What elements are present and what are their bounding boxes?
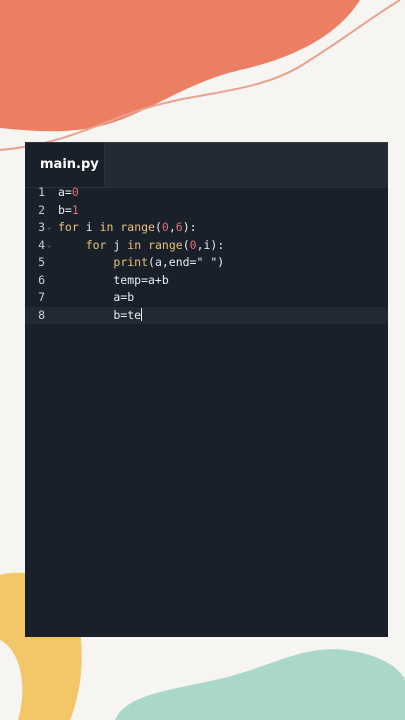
code-token: range (148, 237, 183, 252)
code-line[interactable]: 6 temp=a+b (25, 272, 388, 289)
code-token: 6 (175, 220, 183, 234)
code-token: (a,end=" ") (148, 255, 225, 269)
code-token: temp=a+b (58, 272, 169, 287)
code-line[interactable]: 2 b=1 (25, 202, 388, 219)
code-text: for j in range(0,i): (58, 237, 225, 254)
code-token: i (78, 220, 100, 234)
code-text: b=1 (58, 202, 79, 219)
code-line[interactable]: 4 ⌄ for j in range(0,i): (25, 237, 388, 254)
line-number: 7 (38, 290, 45, 304)
line-number: 6 (38, 272, 45, 287)
code-token: 0 (71, 185, 79, 199)
fold-chevron-icon[interactable]: ⌄ (47, 237, 51, 254)
code-token: b=te (58, 307, 142, 322)
code-line[interactable]: 7 a=b (25, 289, 388, 306)
code-text: b=te (58, 307, 143, 324)
code-token: ): (182, 220, 197, 234)
code-text: temp=a+b (58, 272, 169, 289)
code-token: ,i): (196, 237, 225, 252)
line-number: 8 (38, 307, 45, 322)
code-token: 0 (189, 237, 197, 252)
text-cursor (141, 307, 143, 321)
code-token: for (58, 220, 79, 234)
code-token: a=b (58, 290, 135, 304)
code-token: ( (154, 220, 162, 234)
video-frame: main.py 1 a=0 2 b=1 3 ⌄ for i in range(0,6): 4 ⌄… (0, 0, 405, 720)
code-token: for (85, 237, 107, 252)
line-number: 1 (38, 185, 45, 199)
code-text: a=0 (58, 184, 79, 201)
code-text: print(a,end=" ") (58, 254, 224, 271)
code-token: , (168, 220, 176, 234)
line-number: 2 (38, 202, 45, 217)
code-line[interactable]: 3 ⌄ for i in range(0,6): (25, 219, 388, 236)
line-number: 5 (38, 255, 45, 269)
code-token: a= (58, 185, 72, 199)
code-token: ( (182, 237, 190, 252)
code-token: in (99, 220, 114, 234)
top-orange-blob (0, 0, 360, 132)
code-token: in (127, 237, 142, 252)
code-token: 0 (161, 220, 169, 234)
code-line[interactable]: 5 print(a,end=" ") (25, 254, 388, 271)
code-token: range (120, 220, 155, 234)
code-token: 1 (71, 202, 79, 217)
tab-main-py[interactable]: main.py (25, 143, 105, 187)
tab-bar: main.py (25, 142, 388, 188)
code-token: b= (58, 202, 72, 217)
bottom-mint-blob (115, 649, 405, 720)
code-token: j (106, 237, 128, 252)
code-text: for i in range(0,6): (58, 219, 197, 236)
code-line[interactable]: 8 b=te (25, 306, 388, 324)
code-text: a=b (58, 289, 134, 306)
line-number: 4 (38, 237, 45, 252)
code-token: print (113, 255, 149, 269)
fold-chevron-icon[interactable]: ⌄ (47, 219, 51, 236)
code-line[interactable]: 1 a=0 (25, 184, 388, 201)
line-number: 3 (38, 220, 45, 234)
